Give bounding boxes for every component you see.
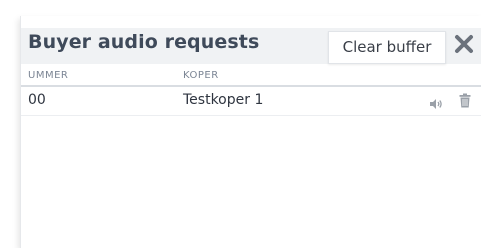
cell-nummer: 00 — [28, 92, 46, 108]
column-header-nummer: UMMER — [28, 70, 69, 81]
table-row: 00 Testkoper 1 — [21, 87, 481, 115]
trash-icon[interactable] — [459, 93, 471, 108]
panel-title: Buyer audio requests — [28, 31, 260, 53]
speaker-icon[interactable] — [429, 95, 443, 109]
close-icon[interactable] — [453, 33, 475, 55]
page: Buyer audio requests Clear buffer UMMER … — [0, 0, 481, 248]
buyer-audio-requests-panel: Buyer audio requests Clear buffer UMMER … — [20, 16, 481, 248]
clear-buffer-button[interactable]: Clear buffer — [328, 31, 446, 64]
cell-koper: Testkoper 1 — [183, 92, 264, 108]
column-header-koper: KOPER — [183, 70, 219, 81]
row-divider — [21, 115, 481, 116]
